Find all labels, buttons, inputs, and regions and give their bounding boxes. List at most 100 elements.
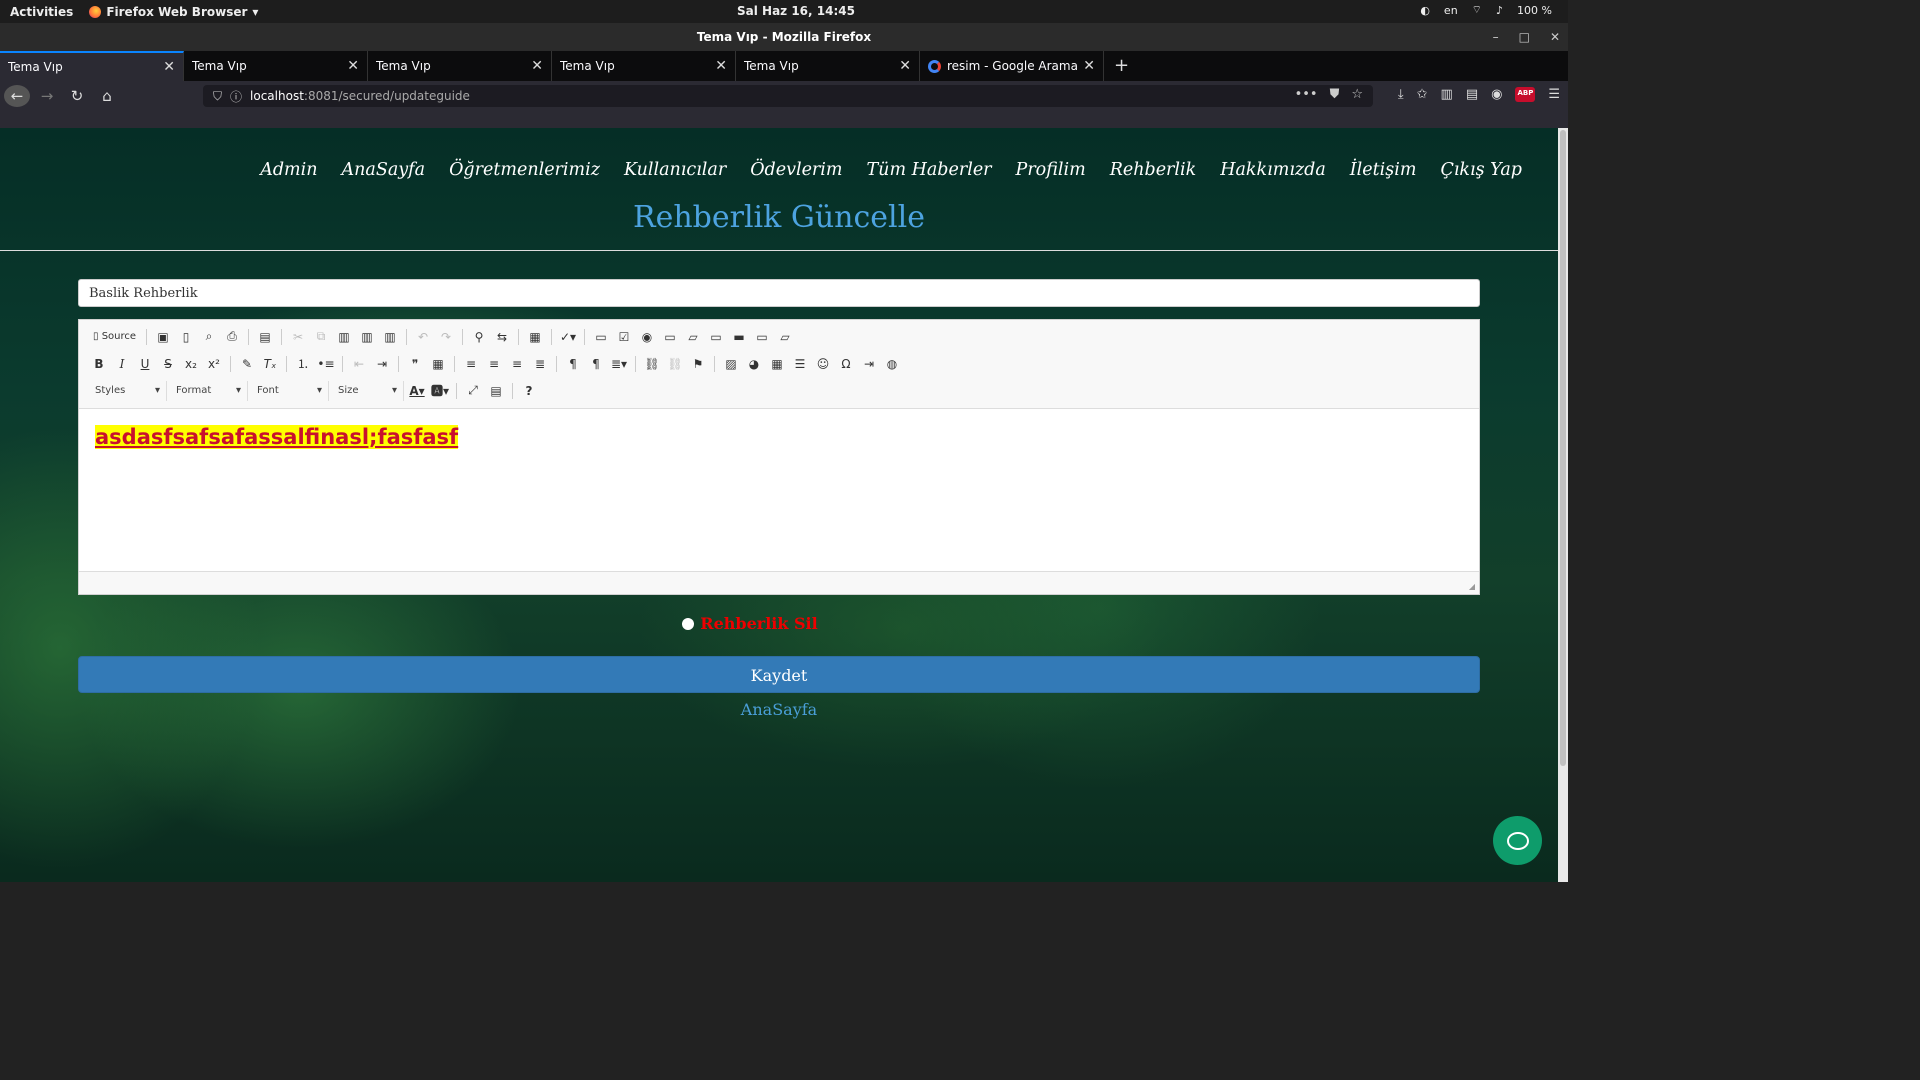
indent-icon[interactable]: ⇥ xyxy=(372,354,392,374)
align-right-icon[interactable]: ≡ xyxy=(507,354,527,374)
chat-widget-button[interactable] xyxy=(1493,816,1542,865)
bulleted-list-icon[interactable]: •≡ xyxy=(316,354,336,374)
updates-icon[interactable]: ◐ xyxy=(1420,4,1430,17)
underline-icon[interactable]: U xyxy=(135,354,155,374)
link-icon[interactable]: ⛓ xyxy=(642,354,662,374)
form-icon[interactable]: ▭ xyxy=(591,327,611,347)
replace-icon[interactable]: ⇆ xyxy=(492,327,512,347)
nav-item-cikis-yap[interactable]: Çıkış Yap xyxy=(1440,160,1522,180)
bold-icon[interactable]: B xyxy=(89,354,109,374)
more-actions-icon[interactable]: ••• xyxy=(1295,87,1318,102)
maximize-icon[interactable]: □ xyxy=(1519,23,1530,51)
smiley-icon[interactable]: ☺ xyxy=(813,354,833,374)
show-blocks-icon[interactable]: ▤ xyxy=(486,381,506,401)
div-container-icon[interactable]: ▦ xyxy=(428,354,448,374)
page-scrollbar[interactable] xyxy=(1558,128,1568,882)
special-char-icon[interactable]: Ω xyxy=(836,354,856,374)
font-dropdown[interactable]: Font ▾ xyxy=(251,380,329,401)
unlink-icon[interactable]: ⛓ xyxy=(665,354,685,374)
url-bar[interactable]: ⛉ ⓘ localhost:8081/secured/updateguide •… xyxy=(203,85,1373,107)
reload-icon[interactable]: ↻ xyxy=(64,85,90,107)
copy-format-icon[interactable]: ✎ xyxy=(237,354,257,374)
nav-item-kullanicilar[interactable]: Kullanıcılar xyxy=(624,160,726,180)
nav-item-hakkimizda[interactable]: Hakkımızda xyxy=(1220,160,1326,180)
language-icon[interactable]: ≣▾ xyxy=(609,354,629,374)
hidden-field-icon[interactable]: ▱ xyxy=(775,327,795,347)
bookmark-star-icon[interactable]: ☆ xyxy=(1351,87,1363,102)
editor-content-area[interactable]: asdasfsafsafassalfinasl;fasfasf xyxy=(79,408,1479,572)
size-dropdown[interactable]: Size ▾ xyxy=(332,380,404,401)
close-tab-icon[interactable]: ✕ xyxy=(163,59,175,75)
print-icon[interactable]: ⎙ xyxy=(222,327,242,347)
browser-tab[interactable]: Tema Vıp ✕ xyxy=(736,51,920,81)
undo-icon[interactable]: ↶ xyxy=(413,327,433,347)
redo-icon[interactable]: ↷ xyxy=(436,327,456,347)
title-input[interactable] xyxy=(78,279,1480,307)
clock[interactable]: Sal Haz 16, 14:45 xyxy=(737,4,855,18)
pocket-icon[interactable]: ⛊ xyxy=(1330,87,1340,102)
nav-item-tum-haberler[interactable]: Tüm Haberler xyxy=(867,160,992,180)
bg-color-icon[interactable]: 🅰▾ xyxy=(430,381,450,401)
format-dropdown[interactable]: Format ▾ xyxy=(170,380,248,401)
paste-word-icon[interactable]: ▥ xyxy=(380,327,400,347)
hamburger-menu-icon[interactable]: ☰ xyxy=(1548,87,1560,102)
close-tab-icon[interactable]: ✕ xyxy=(1083,58,1095,74)
delete-radio[interactable] xyxy=(682,617,695,630)
iframe-icon[interactable]: ◍ xyxy=(882,354,902,374)
maximize-icon[interactable]: ⤢ xyxy=(463,381,483,401)
templates-icon[interactable]: ▤ xyxy=(255,327,275,347)
nav-item-rehberlik[interactable]: Rehberlik xyxy=(1110,160,1197,180)
save-icon[interactable]: ▣ xyxy=(153,327,173,347)
source-button[interactable]: ▯ Source xyxy=(89,327,140,347)
horizontal-line-icon[interactable]: ☰ xyxy=(790,354,810,374)
numbered-list-icon[interactable]: ⒈ xyxy=(293,354,313,374)
find-icon[interactable]: ⚲ xyxy=(469,327,489,347)
checkbox-icon[interactable]: ☑ xyxy=(614,327,634,347)
account-icon[interactable]: ◉ xyxy=(1491,87,1502,102)
textarea-icon[interactable]: ▱ xyxy=(683,327,703,347)
copy-icon[interactable]: ⧉ xyxy=(311,327,331,347)
new-page-icon[interactable]: ▯ xyxy=(176,327,196,347)
ltr-icon[interactable]: ¶ xyxy=(563,354,583,374)
styles-dropdown[interactable]: Styles ▾ xyxy=(89,380,167,401)
text-field-icon[interactable]: ▭ xyxy=(660,327,680,347)
nav-item-iletisim[interactable]: İletişim xyxy=(1350,160,1417,180)
radio-icon[interactable]: ◉ xyxy=(637,327,657,347)
button-field-icon[interactable]: ▬ xyxy=(729,327,749,347)
page-break-icon[interactable]: ⇥ xyxy=(859,354,879,374)
app-menu[interactable]: Firefox Web Browser ▾ xyxy=(89,5,258,19)
align-center-icon[interactable]: ≡ xyxy=(484,354,504,374)
rtl-icon[interactable]: ¶ xyxy=(586,354,606,374)
resize-handle-icon[interactable]: ◢ xyxy=(1469,582,1475,591)
remove-format-icon[interactable]: Tₓ xyxy=(260,354,280,374)
home-icon[interactable]: ⌂ xyxy=(94,85,120,107)
bookmarks-icon[interactable]: ✩ xyxy=(1417,87,1428,102)
italic-icon[interactable]: I xyxy=(112,354,132,374)
subscript-icon[interactable]: x₂ xyxy=(181,354,201,374)
battery-label[interactable]: 100 % xyxy=(1517,4,1552,17)
nav-item-anasayfa[interactable]: AnaSayfa xyxy=(342,160,426,180)
browser-tab[interactable]: Tema Vıp ✕ xyxy=(184,51,368,81)
nav-item-odevlerim[interactable]: Ödevlerim xyxy=(750,160,842,180)
anchor-flag-icon[interactable]: ⚑ xyxy=(688,354,708,374)
new-tab-button[interactable]: + xyxy=(1104,51,1139,81)
image-button-icon[interactable]: ▭ xyxy=(752,327,772,347)
preview-icon[interactable]: ⌕ xyxy=(199,327,219,347)
activities-button[interactable]: Activities xyxy=(10,5,73,19)
table-icon[interactable]: ▦ xyxy=(767,354,787,374)
strikethrough-icon[interactable]: S xyxy=(158,354,178,374)
info-icon[interactable]: ⓘ xyxy=(230,88,242,105)
shield-icon[interactable]: ⛉ xyxy=(213,89,222,104)
blockquote-icon[interactable]: ❞ xyxy=(405,354,425,374)
close-tab-icon[interactable]: ✕ xyxy=(899,58,911,74)
text-color-icon[interactable]: A▾ xyxy=(407,381,427,401)
library-icon[interactable]: ▥ xyxy=(1441,87,1453,102)
outdent-icon[interactable]: ⇤ xyxy=(349,354,369,374)
forward-icon[interactable]: → xyxy=(34,85,60,107)
language-indicator[interactable]: en xyxy=(1444,4,1458,17)
download-icon[interactable]: ⤓ xyxy=(1398,87,1404,102)
adblock-icon[interactable]: ABP xyxy=(1515,87,1536,102)
home-link[interactable]: AnaSayfa xyxy=(0,700,1558,719)
delete-label[interactable]: Rehberlik Sil xyxy=(700,614,817,633)
scrollbar-thumb[interactable] xyxy=(1560,130,1566,766)
